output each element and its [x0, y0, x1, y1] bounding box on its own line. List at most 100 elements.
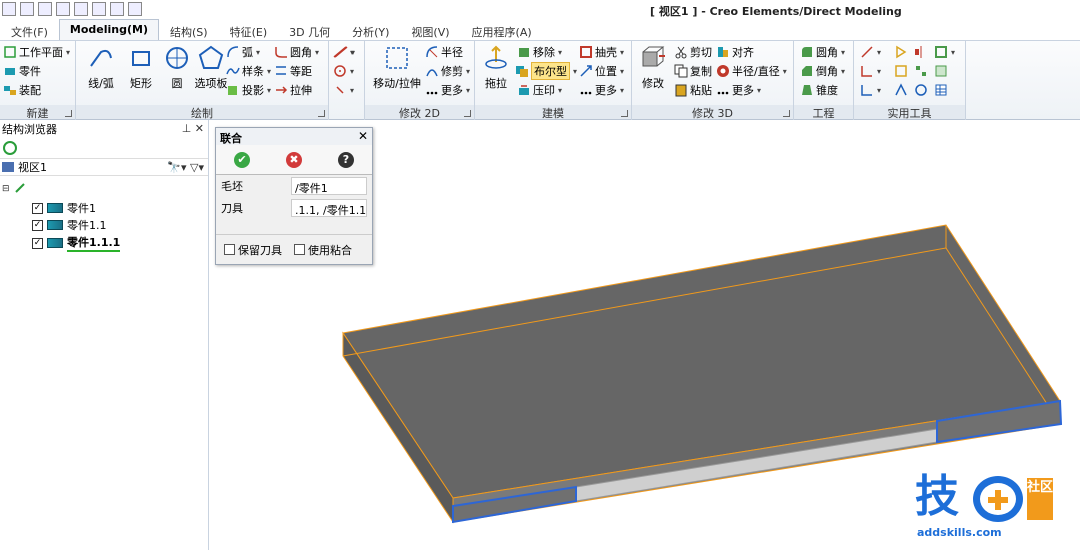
- utility-transform-button[interactable]: [914, 81, 928, 99]
- view-row[interactable]: 视区1 🔭▾ ▽▾: [0, 158, 208, 176]
- more-2d-button[interactable]: 更多 ▾: [425, 81, 470, 99]
- ok-check-icon[interactable]: ✔: [234, 151, 250, 168]
- copy-button[interactable]: 复制: [674, 62, 712, 80]
- tab-analysis[interactable]: 分析(Y): [341, 20, 400, 40]
- group-launcher-modify-2d[interactable]: [464, 110, 471, 117]
- tree-item-part1-1-1[interactable]: ✓ 零件1.1.1: [32, 234, 121, 252]
- utility-check-button[interactable]: [894, 81, 908, 99]
- utility-grid-button[interactable]: [934, 62, 948, 80]
- tab-file[interactable]: 文件(F): [0, 20, 59, 40]
- dialog-title-bar: 联合 ✕: [216, 128, 372, 145]
- utility-axis-button[interactable]: ▾: [860, 62, 881, 80]
- fillet-2d-button[interactable]: 圆角 ▾: [274, 43, 319, 61]
- chamfer-button[interactable]: 倒角 ▾: [800, 62, 845, 80]
- customize-icon[interactable]: [128, 2, 142, 16]
- tree-root[interactable]: ⊟: [2, 182, 32, 197]
- keep-tool-checkbox[interactable]: 保留刀具: [224, 242, 282, 258]
- utility-mirror-button[interactable]: [914, 43, 928, 61]
- center-circle-button[interactable]: ▾: [333, 62, 354, 80]
- fillet-3d-button[interactable]: 圆角 ▾: [800, 43, 845, 61]
- group-launcher-draw[interactable]: [318, 110, 325, 117]
- imprint-button[interactable]: 压印 ▾: [517, 81, 562, 99]
- shell-button[interactable]: 抽壳 ▾: [579, 43, 624, 61]
- taper-button[interactable]: 锥度: [800, 81, 838, 99]
- plate-top-face[interactable]: [342, 224, 1061, 499]
- point-button[interactable]: ▾: [333, 81, 354, 99]
- save-icon[interactable]: [56, 2, 70, 16]
- app-icon[interactable]: [2, 2, 16, 16]
- close-icon[interactable]: ✕: [358, 129, 368, 143]
- part-button[interactable]: 零件: [3, 62, 41, 80]
- visibility-checkbox[interactable]: ✓: [32, 237, 43, 249]
- use-glue-checkbox[interactable]: 使用粘合: [294, 242, 352, 258]
- group-draw: 线/弧 矩形 圆 选项板 弧 ▾ 样条 ▾ 投影 ▾ 圆角 ▾ 等距 拉伸 ▾ …: [76, 41, 355, 120]
- cut-button[interactable]: 剪切: [674, 43, 712, 61]
- part-icon: [3, 64, 17, 78]
- remove-button[interactable]: 移除 ▾: [517, 43, 562, 61]
- utility-measure-button[interactable]: [894, 62, 908, 80]
- boolean-button[interactable]: 布尔型 ▾: [515, 62, 577, 80]
- utility-table-button[interactable]: [934, 81, 948, 99]
- svg-text:⊟: ⊟: [2, 184, 10, 194]
- trim-button[interactable]: 修剪 ▾: [425, 62, 470, 80]
- group-launcher-new[interactable]: [65, 110, 72, 117]
- print-preview-icon[interactable]: [74, 2, 88, 16]
- recycle-icon[interactable]: [2, 140, 18, 156]
- radius-2d-button[interactable]: 半径: [425, 43, 463, 61]
- spline-button[interactable]: 样条 ▾: [226, 62, 271, 80]
- search-filter-icons[interactable]: 🔭▾ ▽▾: [167, 161, 204, 174]
- mirror-icon: [914, 45, 928, 59]
- tree-item-part1-1[interactable]: ✓ 零件1.1: [32, 217, 107, 233]
- utility-dimension-button[interactable]: ▾: [860, 43, 881, 61]
- utility-pattern-button[interactable]: [914, 62, 928, 80]
- diagonal-line-button[interactable]: ▾: [333, 43, 354, 61]
- assembly-button[interactable]: 装配: [3, 81, 41, 99]
- utility-select-button[interactable]: [894, 43, 908, 61]
- blank-field[interactable]: /零件1: [291, 177, 367, 195]
- tab-3d-geometry[interactable]: 3D 几何: [278, 20, 341, 40]
- more-3d-button[interactable]: 更多 ▾: [716, 81, 761, 99]
- visibility-checkbox[interactable]: ✓: [32, 219, 43, 231]
- stretch-button[interactable]: 拉伸: [274, 81, 312, 99]
- group-new: 工作平面 ▾ 零件 装配 新建: [0, 41, 76, 120]
- tool-field[interactable]: .1.1, /零件1.1: [291, 199, 367, 217]
- utility-box-button[interactable]: ▾: [934, 43, 955, 61]
- modify-button[interactable]: 修改: [632, 44, 674, 91]
- more-model-button[interactable]: 更多 ▾: [579, 81, 624, 99]
- align-icon: [716, 45, 730, 59]
- new-file-icon[interactable]: [20, 2, 34, 16]
- align-button[interactable]: 对齐: [716, 43, 754, 61]
- group-label-modify-2d: 修改 2D: [365, 105, 474, 120]
- cancel-x-icon[interactable]: ✖: [286, 151, 302, 168]
- visibility-checkbox[interactable]: ✓: [32, 202, 43, 214]
- group-launcher-modify-3d[interactable]: [783, 110, 790, 117]
- project-button[interactable]: 投影 ▾: [226, 81, 271, 99]
- open-folder-icon[interactable]: [38, 2, 52, 16]
- fillet-icon: [274, 45, 288, 59]
- group-launcher-model[interactable]: [621, 110, 628, 117]
- checkbox-box[interactable]: [224, 244, 235, 255]
- offset-button[interactable]: 等距: [274, 62, 312, 80]
- chamfer-icon: [800, 64, 814, 78]
- help-question-icon[interactable]: ?: [338, 151, 354, 168]
- pin-close-icons[interactable]: ⊥ ✕: [182, 122, 204, 135]
- tab-structure[interactable]: 结构(S): [159, 20, 219, 40]
- tree-item-part1[interactable]: ✓ 零件1: [32, 200, 96, 216]
- arc-button[interactable]: 弧 ▾: [226, 43, 260, 61]
- pull-button[interactable]: 拖拉: [475, 44, 517, 91]
- paste-button[interactable]: 粘贴: [674, 81, 712, 99]
- checkbox-box[interactable]: [294, 244, 305, 255]
- tab-applications[interactable]: 应用程序(A): [461, 20, 543, 40]
- tab-feature[interactable]: 特征(E): [219, 20, 279, 40]
- undo-icon[interactable]: [92, 2, 106, 16]
- redo-icon[interactable]: [110, 2, 124, 16]
- group-utility: ▾ ▾ ▾ ▾ 实用工具: [854, 41, 966, 120]
- utility-frame-button[interactable]: ▾: [860, 81, 881, 99]
- move-stretch-button[interactable]: 移动/拉伸: [367, 44, 427, 91]
- more-icon: [579, 83, 593, 97]
- workplane-button[interactable]: 工作平面 ▾: [3, 43, 70, 61]
- tab-view[interactable]: 视图(V): [400, 20, 460, 40]
- position-button[interactable]: 位置 ▾: [579, 62, 624, 80]
- tab-modeling[interactable]: Modeling(M): [58, 19, 160, 40]
- radius-diameter-button[interactable]: 半径/直径 ▾: [716, 62, 787, 80]
